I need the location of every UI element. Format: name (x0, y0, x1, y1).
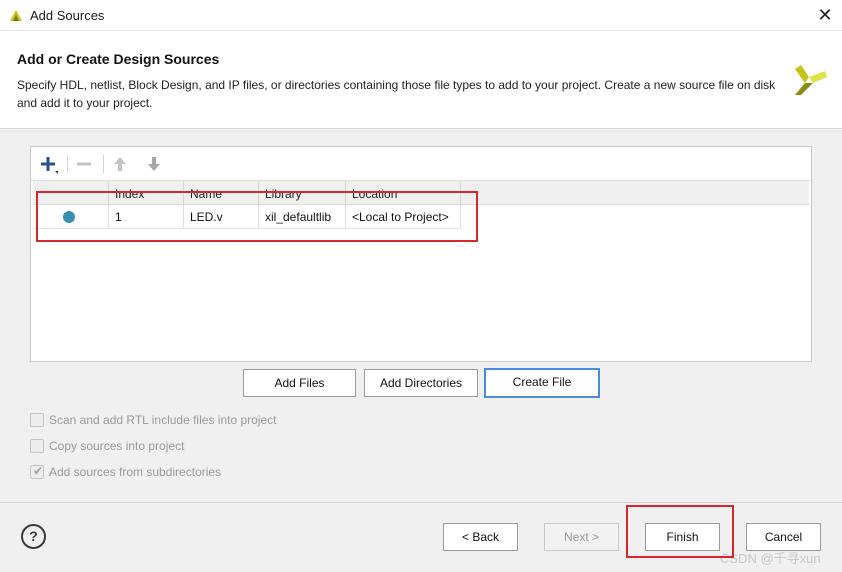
xilinx-logo-icon (795, 65, 827, 95)
wizard-header: Add or Create Design Sources Specify HDL… (0, 31, 842, 129)
column-divider (108, 205, 109, 229)
window-title: Add Sources (30, 8, 105, 23)
column-header-index[interactable]: Index (115, 187, 144, 201)
toolbar-separator (67, 155, 68, 173)
move-up-icon[interactable] (109, 153, 131, 175)
checkmark-icon: ✔ (33, 464, 44, 478)
page-description: Specify HDL, netlist, Block Design, and … (17, 78, 776, 110)
cell-location: <Local to Project> (352, 210, 449, 224)
column-divider (460, 205, 461, 229)
cell-name: LED.v (190, 210, 223, 224)
wizard-footer: ? < Back Next > Finish Cancel CSDN @千寻xu… (0, 502, 842, 572)
help-icon[interactable]: ? (21, 524, 46, 549)
option-label: Copy sources into project (49, 439, 185, 453)
column-header-library[interactable]: Library (265, 187, 302, 201)
table-header: Index Name Library Location (33, 181, 809, 205)
checkbox[interactable] (30, 413, 44, 427)
sources-toolbar (31, 147, 811, 181)
column-header-location[interactable]: Location (352, 187, 397, 201)
column-divider (345, 181, 346, 205)
column-divider (258, 205, 259, 229)
vivado-app-icon (10, 10, 22, 21)
checkbox-checked[interactable]: ✔ (30, 464, 44, 479)
close-button[interactable]: ✕ (813, 3, 837, 27)
option-label: Add sources from subdirectories (49, 465, 222, 479)
cell-library: xil_defaultlib (265, 210, 332, 224)
column-header-name[interactable]: Name (190, 187, 222, 201)
create-file-button[interactable]: Create File (484, 368, 600, 398)
next-button[interactable]: Next > (544, 523, 619, 551)
finish-button[interactable]: Finish (645, 523, 720, 551)
wizard-content: Index Name Library Location 1 LED.v xil_… (0, 129, 842, 502)
checkbox[interactable] (30, 439, 44, 453)
page-title: Add or Create Design Sources (17, 51, 220, 67)
column-divider (183, 181, 184, 205)
cancel-button[interactable]: Cancel (746, 523, 821, 551)
status-dot-icon (63, 211, 75, 223)
add-files-button[interactable]: Add Files (243, 369, 356, 397)
back-button[interactable]: < Back (443, 523, 518, 551)
watermark: CSDN @千寻xun (720, 551, 821, 566)
table-row[interactable]: 1 LED.v xil_defaultlib <Local to Project… (33, 205, 461, 229)
column-divider (345, 205, 346, 229)
cell-index: 1 (115, 210, 122, 224)
title-bar: Add Sources ✕ (0, 0, 842, 31)
add-icon[interactable] (37, 153, 59, 175)
move-down-icon[interactable] (143, 153, 165, 175)
add-directories-button[interactable]: Add Directories (364, 369, 478, 397)
column-divider (460, 181, 461, 205)
sources-panel: Index Name Library Location 1 LED.v xil_… (30, 146, 812, 362)
column-divider (108, 181, 109, 205)
remove-icon[interactable] (73, 153, 95, 175)
toolbar-separator (103, 155, 104, 173)
column-divider (183, 205, 184, 229)
option-label: Scan and add RTL include files into proj… (49, 413, 277, 427)
column-divider (258, 181, 259, 205)
